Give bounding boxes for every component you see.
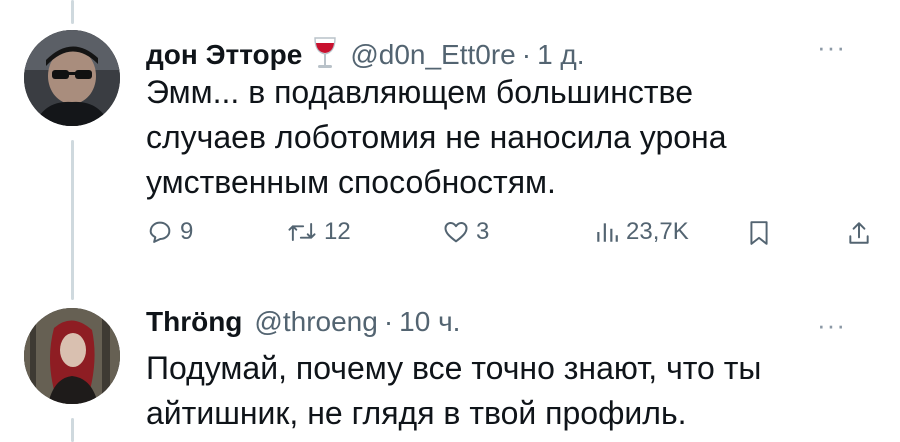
share-button[interactable] xyxy=(846,218,872,248)
tweet-header: Thröng @throeng · 10 ч. xyxy=(146,306,460,338)
avatar[interactable] xyxy=(24,30,120,126)
wine-glass-icon xyxy=(312,36,338,70)
retweet-count: 12 xyxy=(324,218,351,245)
analytics-icon xyxy=(597,223,618,242)
more-options-icon[interactable]: ··· xyxy=(817,310,846,341)
display-name[interactable]: Thröng xyxy=(146,306,242,338)
reply-button[interactable]: 9 xyxy=(146,218,193,246)
display-name[interactable]: дон Этторе xyxy=(146,39,302,71)
bookmark-icon xyxy=(750,221,768,245)
avatar[interactable] xyxy=(24,308,120,404)
action-bar: 9 12 3 23,7K xyxy=(146,218,886,258)
tweet[interactable]: дон Этторе @d0n_Ett0re · 1 д. ··· Эмм...… xyxy=(0,0,900,290)
views-count: 23,7K xyxy=(626,218,689,245)
timestamp[interactable]: 10 ч. xyxy=(399,306,460,338)
more-options-icon[interactable]: ··· xyxy=(817,32,846,63)
separator: · xyxy=(521,39,532,70)
tweet-text: Подумай, почему все точно знают, что ты … xyxy=(146,346,761,436)
heart-icon xyxy=(444,222,468,243)
tweet-text-line: умственным способностям. xyxy=(146,164,556,200)
retweet-button[interactable]: 12 xyxy=(286,218,351,246)
separator: · xyxy=(383,306,394,337)
views-button[interactable]: 23,7K xyxy=(594,218,689,246)
tweet-text-line: Подумай, почему все точно знают, что ты xyxy=(146,350,762,386)
handle[interactable]: @throeng xyxy=(254,306,377,338)
tweet-header: дон Этторе @d0n_Ett0re · 1 д. xyxy=(146,30,585,71)
tweet[interactable]: Thröng @throeng · 10 ч. ··· Подумай, поч… xyxy=(0,290,900,442)
tweet-text-line: айтишник, не глядя в твой профиль. xyxy=(146,395,687,431)
like-button[interactable]: 3 xyxy=(442,218,489,246)
handle[interactable]: @d0n_Ett0re xyxy=(350,39,515,71)
retweet-icon xyxy=(288,223,316,241)
timestamp[interactable]: 1 д. xyxy=(537,39,584,71)
bookmark-button[interactable] xyxy=(746,218,772,248)
tweet-text: Эмм... в подавляющем большинстве случаев… xyxy=(146,70,727,205)
reply-count: 9 xyxy=(180,218,194,245)
tweet-text-line: случаев лоботомия не наносила урона xyxy=(146,119,727,155)
like-count: 3 xyxy=(476,218,490,245)
reply-icon xyxy=(149,221,171,243)
tweet-text-line: Эмм... в подавляющем большинстве xyxy=(146,74,693,110)
share-icon xyxy=(849,222,869,244)
